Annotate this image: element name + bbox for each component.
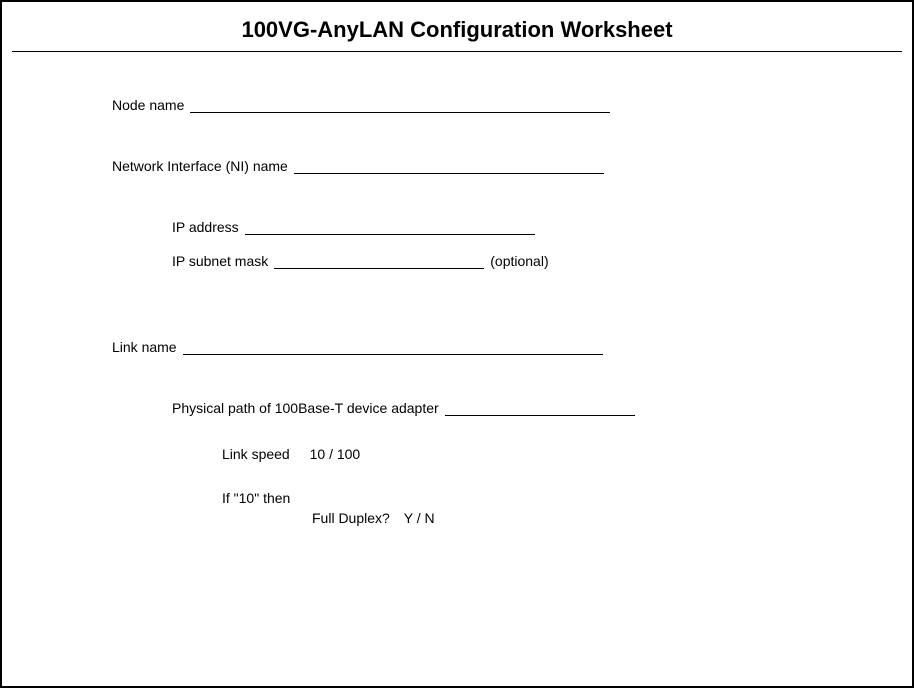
full-duplex-value[interactable]: Y / N xyxy=(404,510,435,526)
node-name-row: Node name xyxy=(112,97,902,113)
physical-path-section: Physical path of 100Base-T device adapte… xyxy=(112,400,902,416)
ip-subnet-label: IP subnet mask xyxy=(172,253,268,269)
link-speed-label: Link speed xyxy=(222,446,290,462)
ip-subnet-row: IP subnet mask (optional) xyxy=(172,253,902,269)
worksheet-frame: 100VG-AnyLAN Configuration Worksheet Nod… xyxy=(0,0,914,688)
link-speed-value[interactable]: 10 / 100 xyxy=(310,446,361,462)
full-duplex-label: Full Duplex? xyxy=(312,510,390,526)
ip-subnet-suffix: (optional) xyxy=(490,253,548,269)
physical-path-label: Physical path of 100Base-T device adapte… xyxy=(172,400,439,416)
link-name-label: Link name xyxy=(112,339,177,355)
link-name-row: Link name xyxy=(112,339,902,355)
ip-address-blank[interactable] xyxy=(245,221,535,235)
ip-subnet-blank[interactable] xyxy=(274,255,484,269)
ip-section: IP address IP subnet mask (optional) xyxy=(112,219,902,269)
physical-path-blank[interactable] xyxy=(445,402,635,416)
ni-name-row: Network Interface (NI) name xyxy=(112,158,902,174)
title-divider xyxy=(12,51,902,52)
ip-address-label: IP address xyxy=(172,219,239,235)
worksheet-content: Node name Network Interface (NI) name IP… xyxy=(12,97,902,526)
physical-path-row: Physical path of 100Base-T device adapte… xyxy=(172,400,902,416)
node-name-blank[interactable] xyxy=(190,99,610,113)
link-speed-section: Link speed 10 / 100 If "10" then xyxy=(112,446,902,506)
link-name-blank[interactable] xyxy=(183,341,603,355)
ip-address-row: IP address xyxy=(172,219,902,235)
worksheet-title: 100VG-AnyLAN Configuration Worksheet xyxy=(12,17,902,43)
ni-name-blank[interactable] xyxy=(294,160,604,174)
if10-label: If "10" then xyxy=(222,490,902,506)
ni-name-label: Network Interface (NI) name xyxy=(112,158,288,174)
full-duplex-row: Full Duplex? Y / N xyxy=(112,510,902,526)
node-name-label: Node name xyxy=(112,97,184,113)
link-speed-row: Link speed 10 / 100 xyxy=(222,446,902,462)
